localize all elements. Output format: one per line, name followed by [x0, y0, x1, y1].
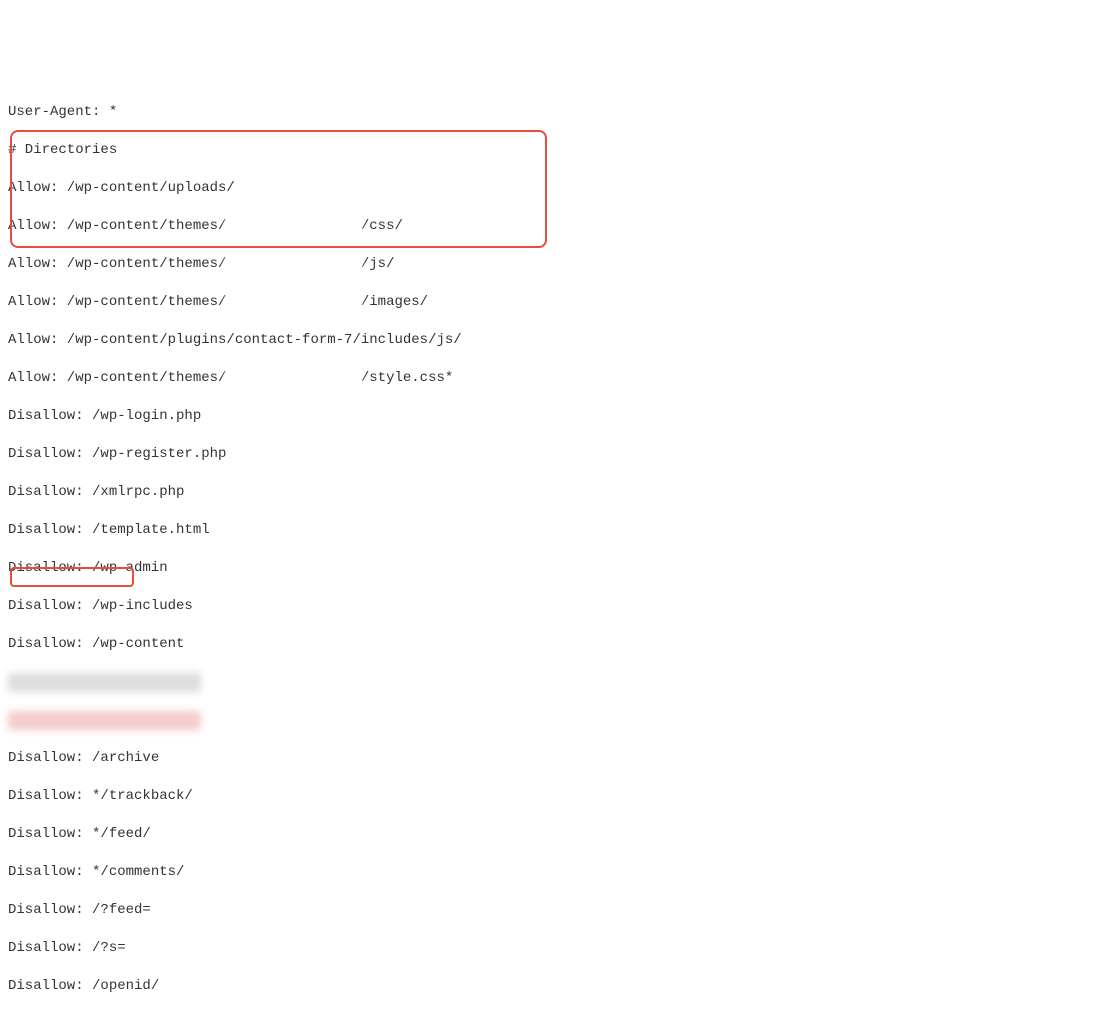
robots-line: Disallow: /wp-register.php: [8, 445, 462, 464]
robots-line: Disallow: */comments/: [8, 863, 462, 882]
robots-line: # Directories: [8, 141, 462, 160]
redacted-line: Disallow: /xxxxxxxxxx: [8, 673, 201, 692]
robots-line: Disallow: /wp-admin: [8, 559, 462, 578]
line-suffix: /css/: [361, 218, 403, 234]
robots-line: Disallow: /?s=: [8, 939, 462, 958]
redacted-theme-name: xxxxxxxxxxxxxxxx: [226, 369, 360, 388]
redacted-theme-name: xxxxxxxxxxxxxxxx: [226, 293, 360, 312]
robots-line: Disallow: /openid/: [8, 977, 462, 996]
robots-line: Disallow: */trackback/: [8, 787, 462, 806]
robots-line: Allow: /wp-content/uploads/: [8, 179, 462, 198]
redacted-theme-name: xxxxxxxxxxxxxxxx: [226, 255, 360, 274]
line-prefix: Allow: /wp-content/themes/: [8, 294, 226, 310]
robots-line: Disallow: /template.html: [8, 521, 462, 540]
robots-line: Disallow: /wp-includes: [8, 597, 462, 616]
robots-line: Allow: /wp-content/themes/xxxxxxxxxxxxxx…: [8, 369, 462, 388]
robots-line: Disallow: /archive: [8, 749, 462, 768]
line-prefix: Allow: /wp-content/themes/: [8, 370, 226, 386]
line-suffix: /images/: [361, 294, 428, 310]
line-suffix: /style.css*: [361, 370, 453, 386]
robots-line: Disallow: /xxxxxxxxxx: [8, 711, 462, 730]
line-prefix: Allow: /wp-content/themes/: [8, 218, 226, 234]
redacted-line: Disallow: /xxxxxxxxxx: [8, 711, 201, 730]
robots-line: Disallow: /xmlrpc.php: [8, 483, 462, 502]
robots-line: Disallow: */feed/: [8, 825, 462, 844]
robots-line: Disallow: /wp-content: [8, 635, 462, 654]
line-suffix: /js/: [361, 256, 395, 272]
robots-line: Disallow: /?feed=: [8, 901, 462, 920]
robots-line: Allow: /wp-content/themes/xxxxxxxxxxxxxx…: [8, 217, 462, 236]
robots-line: User-Agent: *: [8, 103, 462, 122]
robots-line: Allow: /wp-content/plugins/contact-form-…: [8, 331, 462, 350]
redacted-theme-name: xxxxxxxxxxxxxxxx: [226, 217, 360, 236]
robots-line: Disallow: /wp-login.php: [8, 407, 462, 426]
robots-line: Allow: /wp-content/themes/xxxxxxxxxxxxxx…: [8, 293, 462, 312]
line-prefix: Allow: /wp-content/themes/: [8, 256, 226, 272]
robots-line: Disallow: /xxxxxxxxxx: [8, 673, 462, 692]
robots-txt-content: User-Agent: * # Directories Allow: /wp-c…: [8, 84, 462, 1022]
robots-line: Allow: /wp-content/themes/xxxxxxxxxxxxxx…: [8, 255, 462, 274]
